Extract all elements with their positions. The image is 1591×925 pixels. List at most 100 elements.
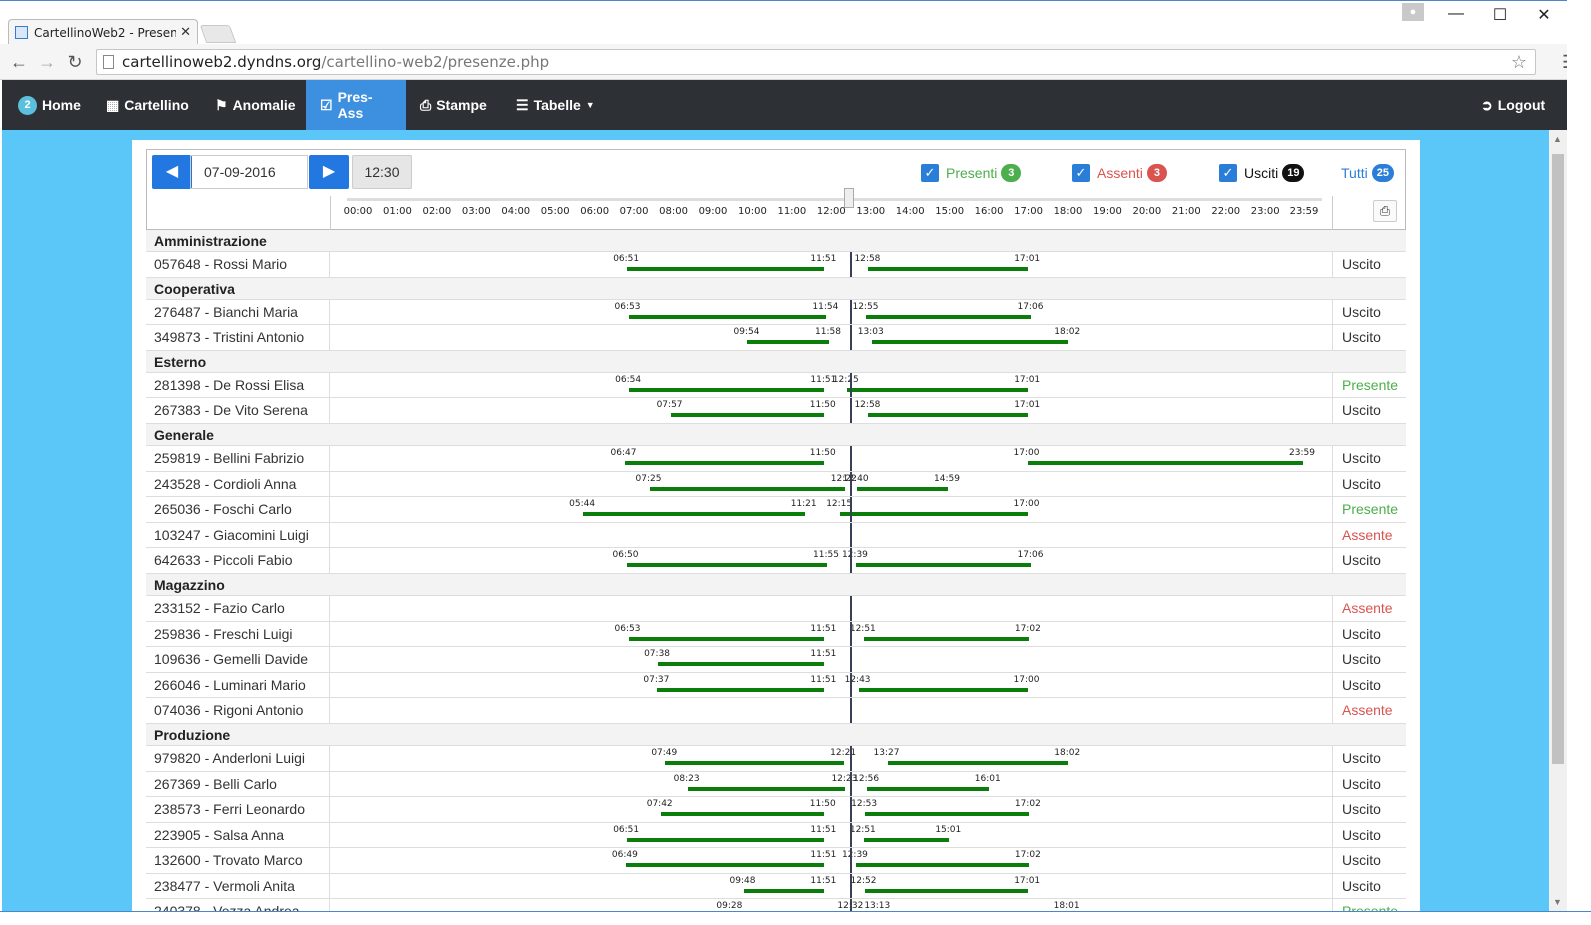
presence-bar[interactable] (1027, 460, 1303, 465)
table-row[interactable]: 281398 - De Rossi Elisa 06:54 11:51 12:25 17… (146, 372, 1406, 399)
presence-bar[interactable] (657, 687, 825, 692)
minimize-icon[interactable]: — (1442, 5, 1470, 23)
presence-bar[interactable] (583, 512, 805, 517)
presence-bar[interactable] (665, 760, 845, 765)
status-label: Uscito (1332, 822, 1406, 848)
bookmark-star-icon[interactable]: ☆ (1511, 52, 1527, 73)
browser-tab[interactable]: CartellinoWeb2 - Presenti ✕ (8, 19, 198, 45)
table-row[interactable]: 267369 - Belli Carlo 08:23 12:23 12:56 16:01… (146, 771, 1406, 798)
presence-bar[interactable] (628, 636, 825, 641)
table-row[interactable]: 109636 - Gemelli Davide 07:38 11:51 Uscito (146, 647, 1406, 673)
time-slider-handle[interactable] (844, 188, 854, 208)
close-window-icon[interactable]: ✕ (1530, 5, 1558, 25)
nav-cartellino[interactable]: ▦ Cartellino (92, 80, 203, 130)
presence-bar[interactable] (863, 636, 1029, 641)
presence-bar[interactable] (858, 687, 1028, 692)
table-row[interactable]: 243528 - Cordioli Anna 07:25 12:22 12:40 14:… (146, 471, 1406, 498)
presence-bar[interactable] (629, 387, 825, 392)
tab-close-icon[interactable]: ✕ (180, 25, 191, 40)
table-row[interactable]: 074036 - Rigoni Antonio Assente (146, 698, 1406, 724)
presence-bar[interactable] (660, 812, 824, 817)
table-row[interactable]: 276487 - Bianchi Maria 06:53 11:54 12:55 17:… (146, 299, 1406, 326)
user-profile-icon[interactable]: ● (1402, 3, 1424, 21)
table-row[interactable]: 057648 - Rossi Mario 06:51 11:51 12:58 17:01… (146, 252, 1406, 278)
table-row[interactable]: 259836 - Freschi Luigi 06:53 11:51 12:51 17:… (146, 621, 1406, 648)
presence-bar[interactable] (626, 563, 828, 568)
table-row[interactable]: 265036 - Foschi Carlo 05:44 11:21 12:15 17:0… (146, 497, 1406, 523)
url-field[interactable]: cartellinoweb2.dyndns.org/cartellino-web… (96, 49, 1536, 75)
presence-bar[interactable] (627, 267, 825, 271)
presence-bar[interactable] (747, 340, 829, 345)
presence-bar[interactable] (743, 888, 825, 893)
page-scrollbar[interactable]: ▲ ▼ (1549, 130, 1567, 911)
maximize-icon[interactable]: ☐ (1486, 5, 1514, 25)
checkbox-checked-icon[interactable]: ✓ (921, 164, 939, 182)
time-display[interactable]: 12:30 (352, 155, 412, 189)
scroll-down-icon[interactable]: ▼ (1553, 897, 1562, 907)
presence-bar[interactable] (658, 662, 825, 667)
presence-bar[interactable] (625, 863, 825, 868)
employee-name: 267369 - Belli Carlo (146, 771, 330, 797)
presence-bar[interactable] (670, 413, 824, 418)
nav-tabelle-label: Tabelle (533, 97, 581, 113)
presence-bar[interactable] (855, 863, 1029, 868)
new-tab-button[interactable] (199, 25, 237, 43)
nav-tabelle[interactable]: ☰ Tabelle ▼ (502, 80, 609, 130)
prev-day-button[interactable]: ◀ (152, 155, 192, 189)
presence-bar[interactable] (856, 486, 948, 491)
nav-stampe[interactable]: ⎙ Stampe (406, 80, 501, 130)
table-row[interactable]: 979820 - Anderloni Luigi 07:49 12:21 13:27 1… (146, 745, 1406, 772)
table-row[interactable]: 238573 - Ferri Leonardo 07:42 11:50 12:53 17… (146, 797, 1406, 823)
table-row[interactable]: 349873 - Tristini Antonio 09:54 11:58 13:03… (146, 325, 1406, 351)
print-button[interactable]: ⎙ (1373, 200, 1397, 222)
filter-tutti[interactable]: Tutti 25 (1341, 164, 1394, 182)
presence-bar[interactable] (846, 387, 1029, 392)
table-row[interactable]: 642633 - Piccoli Fabio 06:50 11:55 12:39 17:… (146, 548, 1406, 574)
time-slider-track[interactable] (347, 198, 1322, 201)
back-icon[interactable]: ← (8, 52, 30, 72)
filter-presenti[interactable]: ✓ Presenti 3 (921, 164, 1022, 182)
checkbox-checked-icon[interactable]: ✓ (1072, 164, 1090, 182)
presence-bar[interactable] (627, 837, 825, 842)
presence-bar[interactable] (864, 888, 1029, 893)
table-row[interactable]: 240378 - Vezza Andrea09:2812:3213:1318:0… (146, 899, 1406, 911)
date-field[interactable]: 07-09-2016 (190, 155, 308, 189)
presence-bar[interactable] (687, 786, 846, 791)
exit-time-label: 11:50 (809, 400, 836, 411)
nav-home[interactable]: 2 Home (4, 80, 95, 130)
presence-bar[interactable] (868, 267, 1029, 271)
nav-pres-ass[interactable]: ☑ Pres-Ass (306, 80, 406, 130)
checkbox-checked-icon[interactable]: ✓ (1219, 164, 1237, 182)
presence-bar[interactable] (865, 812, 1029, 817)
nav-logout[interactable]: ➲ Logout (1467, 80, 1559, 130)
table-row[interactable]: 238477 - Vermoli Anita 09:48 11:51 12:52 17:… (146, 873, 1406, 900)
presence-bar[interactable] (866, 314, 1032, 319)
filter-assenti[interactable]: ✓ Assenti 3 (1072, 164, 1167, 182)
filter-usciti[interactable]: ✓ Usciti 19 (1219, 164, 1305, 182)
presence-bar[interactable] (867, 786, 989, 791)
table-row[interactable]: 267383 - De Vito Serena 07:57 11:50 12:58 17… (146, 398, 1406, 424)
forward-icon[interactable]: → (36, 52, 58, 72)
table-row[interactable]: 103247 - Giacomini Luigi Assente (146, 522, 1406, 549)
table-row[interactable]: 132600 - Trovato Marco 06:49 11:51 12:39 17:… (146, 848, 1406, 874)
presence-bar[interactable] (871, 340, 1069, 345)
presence-bar[interactable] (624, 460, 824, 465)
presence-bar[interactable] (855, 563, 1032, 568)
next-day-button[interactable]: ▶ (309, 155, 349, 189)
scrollbar-thumb[interactable] (1552, 154, 1564, 764)
scroll-up-icon[interactable]: ▲ (1553, 134, 1562, 144)
presence-bar[interactable] (840, 512, 1028, 517)
presence-bar[interactable] (628, 314, 827, 319)
timeline-cell: 06:47 11:50 17:00 23:59 (331, 445, 1331, 471)
table-row[interactable]: 233152 - Fazio Carlo Assente (146, 595, 1406, 622)
exit-time-label: 11:58 (815, 327, 841, 338)
presence-bar[interactable] (649, 486, 845, 491)
table-row[interactable]: 223905 - Salsa Anna 06:51 11:51 12:51 15:01 U… (146, 822, 1406, 849)
presence-bar[interactable] (863, 837, 950, 842)
reload-icon[interactable]: ↻ (64, 52, 86, 72)
presence-bar[interactable] (868, 413, 1029, 418)
table-row[interactable]: 266046 - Luminari Mario 07:37 11:51 12:43 17… (146, 672, 1406, 699)
table-row[interactable]: 259819 - Bellini Fabrizio 06:47 11:50 17:00… (146, 445, 1406, 472)
presence-bar[interactable] (887, 760, 1069, 765)
nav-anomalie[interactable]: ⚑ Anomalie (201, 80, 310, 130)
